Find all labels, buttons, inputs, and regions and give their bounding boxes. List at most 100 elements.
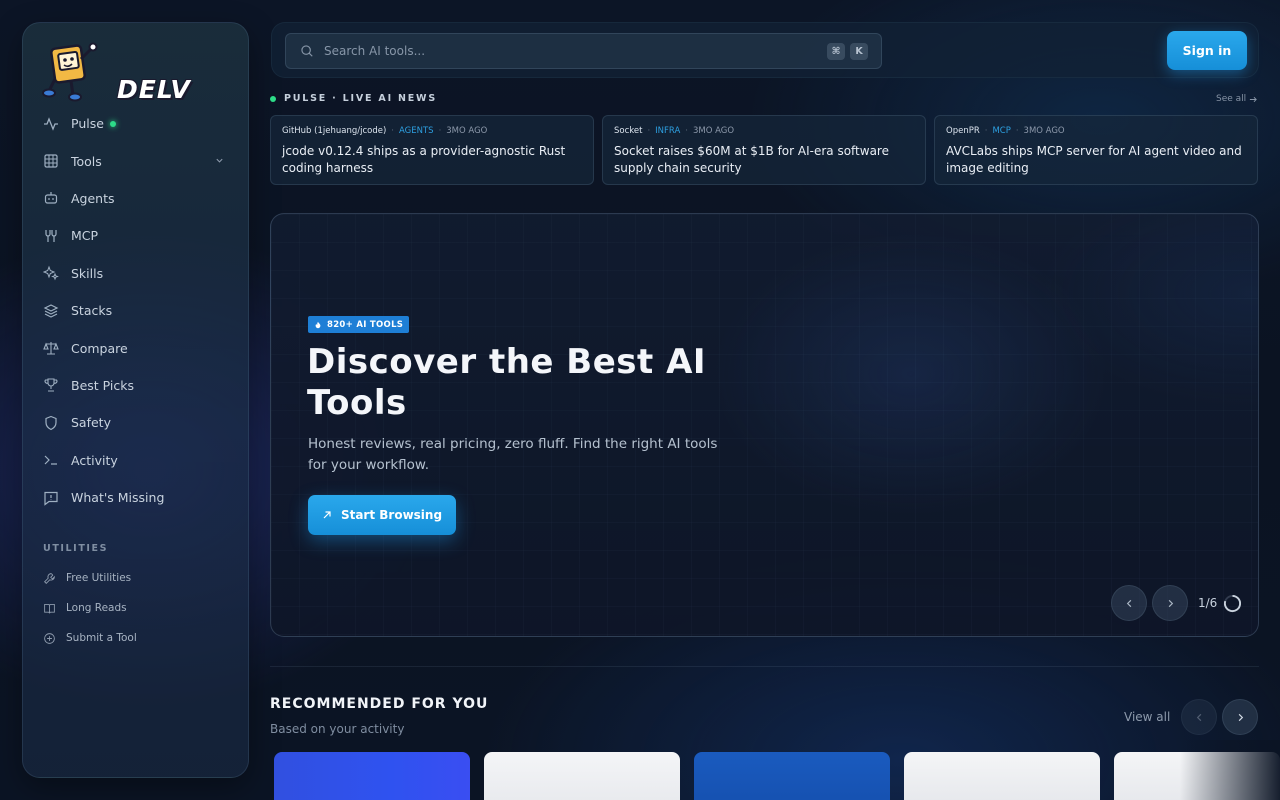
shield-icon — [43, 415, 59, 431]
utilities-heading: UTILITIES — [43, 543, 109, 554]
sign-in-button[interactable]: Sign in — [1167, 31, 1247, 70]
search-input[interactable] — [324, 44, 794, 58]
chevron-down-icon[interactable] — [215, 156, 224, 165]
carousel-next-button[interactable] — [1152, 585, 1188, 621]
start-browsing-button[interactable]: Start Browsing — [308, 495, 456, 535]
recommended-subtitle: Based on your activity — [270, 722, 405, 736]
news-time: 3MO AGO — [446, 126, 488, 136]
badge-label: 820+ AI TOOLS — [327, 319, 404, 330]
tools-count-badge: 820+ AI TOOLS — [308, 316, 410, 333]
sidebar-nav: Pulse Tools Agents MCP Skills Stacks Com… — [23, 105, 248, 516]
sidebar-item-skills[interactable]: Skills — [23, 255, 248, 292]
meta-separator: · — [1015, 126, 1019, 136]
sidebar-item-whats-missing[interactable]: What's Missing — [23, 479, 248, 516]
sidebar-item-best-picks[interactable]: Best Picks — [23, 367, 248, 404]
news-title: jcode v0.12.4 ships as a provider-agnost… — [282, 144, 566, 175]
recommended-card[interactable] — [274, 752, 470, 800]
news-meta: OpenPR · MCP · 3MO AGO — [946, 126, 1246, 136]
util-item-label: Submit a Tool — [66, 632, 137, 644]
top-bar: ⌘ K Sign in — [271, 22, 1259, 78]
book-icon — [43, 602, 56, 615]
sidebar-item-label: Tools — [71, 153, 102, 169]
hero-title: Discover the Best AI Tools — [307, 342, 707, 423]
live-indicator — [109, 120, 116, 127]
shortcut-key: K — [850, 43, 868, 60]
autoplay-progress-icon[interactable] — [1223, 594, 1242, 613]
recommended-view-all-link[interactable]: View all — [1124, 710, 1170, 724]
recommended-card[interactable] — [1114, 752, 1280, 800]
brand-logo[interactable]: DELV — [41, 41, 191, 113]
sidebar-item-compare[interactable]: Compare — [23, 329, 248, 366]
trophy-icon — [43, 377, 59, 393]
recommended-card[interactable] — [484, 752, 680, 800]
search-icon — [301, 45, 313, 57]
chevron-left-icon — [1196, 713, 1201, 721]
sidebar-item-label: Safety — [71, 415, 111, 431]
plus-circle-icon — [43, 632, 56, 645]
news-source: Socket — [614, 126, 643, 136]
layers-icon — [43, 303, 59, 319]
robot-icon — [43, 190, 59, 206]
recommended-card[interactable] — [694, 752, 890, 800]
sidebar-item-safety[interactable]: Safety — [23, 404, 248, 441]
chevron-right-icon — [1238, 713, 1243, 721]
recommended-prev-button[interactable] — [1181, 699, 1217, 735]
util-item-label: Free Utilities — [66, 572, 132, 584]
chevron-right-icon — [1168, 599, 1173, 607]
news-card[interactable]: Socket · INFRA · 3MO AGO Socket raises $… — [602, 115, 926, 185]
sidebar-item-label: Pulse — [71, 116, 104, 132]
meta-separator: · — [647, 126, 651, 136]
hero-background-grid — [271, 214, 1258, 636]
news-card[interactable]: GitHub (1jehuang/jcode) · AGENTS · 3MO A… — [270, 115, 594, 185]
section-divider — [270, 666, 1259, 667]
sidebar-item-label: What's Missing — [71, 490, 165, 506]
carousel-counter: 1/6 — [1198, 596, 1218, 610]
see-all-label: See all — [1216, 94, 1247, 104]
sidebar-item-stacks[interactable]: Stacks — [23, 292, 248, 329]
sidebar-item-long-reads[interactable]: Long Reads — [23, 593, 248, 623]
news-source: GitHub (1jehuang/jcode) — [282, 126, 387, 136]
news-source: OpenPR — [946, 126, 980, 136]
shortcut-mod-key: ⌘ — [827, 43, 845, 60]
sidebar-item-label: Compare — [71, 340, 128, 356]
utilities-list: Free Utilities Long Reads Submit a Tool — [23, 563, 248, 653]
cta-label: Start Browsing — [340, 508, 443, 522]
sidebar-item-mcp[interactable]: MCP — [23, 217, 248, 254]
news-tag: AGENTS — [398, 126, 434, 136]
recommended-card[interactable] — [904, 752, 1100, 800]
util-item-label: Long Reads — [66, 602, 127, 614]
sparkles-icon — [43, 265, 59, 281]
news-meta: GitHub (1jehuang/jcode) · AGENTS · 3MO A… — [282, 126, 582, 136]
hero-carousel: 820+ AI TOOLS Discover the Best AI Tools… — [270, 213, 1259, 637]
meta-separator: · — [984, 126, 988, 136]
brand-name: DELV — [117, 75, 191, 104]
sidebar-item-submit-tool[interactable]: Submit a Tool — [23, 623, 248, 653]
sidebar-item-label: Best Picks — [71, 377, 135, 393]
pulse-see-all-link[interactable]: See all — [1216, 94, 1258, 104]
news-card[interactable]: OpenPR · MCP · 3MO AGO AVCLabs ships MCP… — [934, 115, 1258, 185]
message-icon — [43, 490, 59, 506]
wrench-icon — [43, 572, 56, 585]
scale-icon — [43, 340, 59, 356]
terminal-icon — [43, 452, 59, 468]
carousel-prev-button[interactable] — [1111, 585, 1147, 621]
sidebar-item-pulse[interactable]: Pulse — [23, 105, 248, 142]
meta-separator: · — [685, 126, 688, 136]
pulse-title: PULSE · LIVE AI NEWS — [284, 93, 437, 104]
news-tag: MCP — [992, 126, 1011, 136]
sidebar-item-agents[interactable]: Agents — [23, 180, 248, 217]
meta-separator: · — [391, 126, 394, 136]
recommended-title: RECOMMENDED FOR YOU — [270, 696, 489, 712]
sidebar-item-tools[interactable]: Tools — [23, 142, 248, 179]
recommended-next-button[interactable] — [1222, 699, 1258, 735]
sidebar: DELV Pulse Tools Agents MCP Skills Stack… — [22, 22, 249, 778]
sidebar-item-free-utilities[interactable]: Free Utilities — [23, 563, 248, 593]
hero-subtitle: Honest reviews, real pricing, zero fluff… — [308, 436, 718, 473]
sidebar-item-activity[interactable]: Activity — [23, 442, 248, 479]
grid-icon — [43, 153, 59, 169]
search-box[interactable]: ⌘ K — [285, 33, 882, 69]
arrow-up-right-icon — [323, 511, 331, 519]
sidebar-item-label: Stacks — [71, 303, 113, 319]
news-title: Socket raises $60M at $1B for AI-era sof… — [614, 144, 889, 175]
flame-icon — [315, 321, 321, 328]
